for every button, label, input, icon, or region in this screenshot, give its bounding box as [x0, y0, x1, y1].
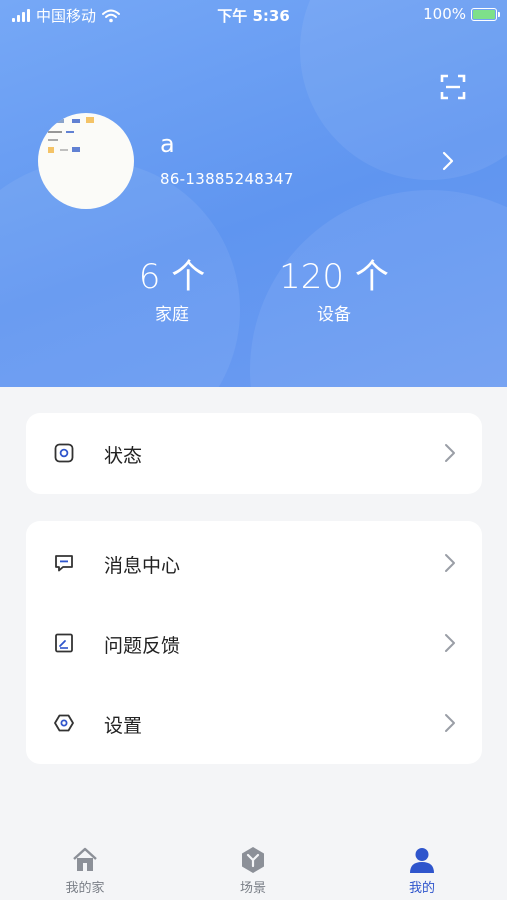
home-icon — [73, 847, 97, 871]
tab-label: 我的 — [408, 881, 435, 896]
status-card: 状态 — [26, 413, 482, 494]
profile-header: 中国移动 下午 5:36 100% a 86-13885248347 6 个 家… — [0, 0, 507, 387]
chevron-right-icon[interactable] — [441, 150, 455, 172]
tab-mine[interactable]: 我的 — [372, 845, 472, 896]
user-icon — [410, 848, 434, 873]
stat-value: 6 个 — [138, 257, 206, 297]
menu-item-messages[interactable]: 消息中心 — [26, 523, 482, 603]
menu-item-label: 状态 — [104, 445, 143, 467]
scene-icon — [242, 847, 264, 873]
avatar[interactable] — [38, 113, 134, 209]
chevron-right-icon — [445, 714, 455, 732]
menu-item-status[interactable]: 状态 — [26, 413, 482, 493]
status-icon — [54, 443, 74, 463]
stat-label: 家庭 — [155, 305, 189, 325]
tab-home[interactable]: 我的家 — [35, 845, 135, 896]
stat-devices[interactable]: 120 个 设备 — [264, 258, 404, 325]
phone-number: 86-13885248347 — [160, 170, 294, 188]
menu-card: 消息中心 问题反馈 设置 — [26, 521, 482, 764]
battery-icon — [471, 7, 500, 21]
message-icon — [55, 555, 73, 572]
battery-percent: 100% — [423, 5, 466, 23]
tab-label: 我的家 — [65, 881, 105, 896]
menu-item-label: 消息中心 — [104, 555, 181, 577]
settings-icon — [54, 714, 74, 732]
chevron-right-icon — [445, 444, 455, 462]
menu-item-feedback[interactable]: 问题反馈 — [26, 603, 482, 683]
stat-label: 设备 — [317, 305, 351, 325]
scan-icon[interactable] — [440, 74, 466, 100]
menu-item-settings[interactable]: 设置 — [26, 683, 482, 763]
chevron-right-icon — [445, 554, 455, 572]
stat-families[interactable]: 6 个 家庭 — [112, 258, 232, 325]
username: a — [160, 130, 175, 158]
stat-value: 120 个 — [279, 257, 389, 297]
chevron-right-icon — [445, 634, 455, 652]
menu-item-label: 问题反馈 — [104, 635, 181, 657]
tab-bar: 我的家 场景 我的 — [0, 833, 507, 900]
tab-label: 场景 — [239, 881, 266, 896]
menu-item-label: 设置 — [104, 715, 143, 737]
tab-scene[interactable]: 场景 — [203, 845, 303, 896]
feedback-icon — [55, 633, 73, 653]
status-bar: 中国移动 下午 5:36 100% — [0, 0, 507, 30]
